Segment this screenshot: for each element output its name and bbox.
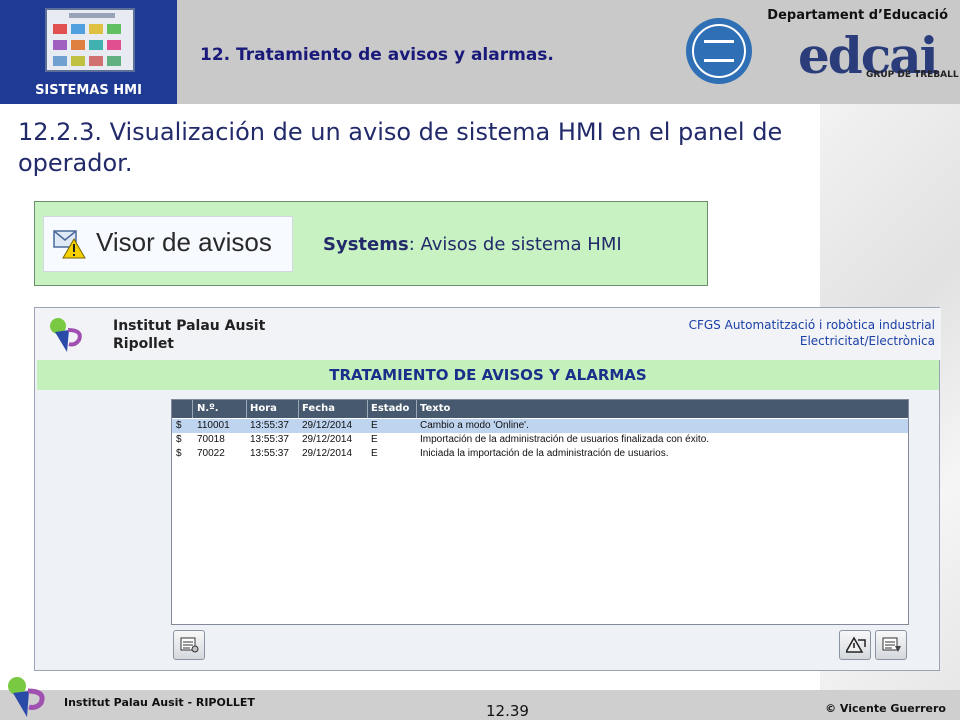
footer-institute: Institut Palau Ausit - RIPOLLET <box>64 696 255 709</box>
alarm-cell-hora: 13:55:37 <box>250 434 289 445</box>
section-title: 12. Tratamiento de avisos y alarmas. <box>200 45 554 65</box>
list-edit-icon <box>882 637 901 652</box>
acknowledge-button[interactable] <box>839 630 871 660</box>
alarm-cell-num: 110001 <box>197 420 230 431</box>
hmi-screen-title: TRATAMIENTO DE AVISOS Y ALARMAS <box>329 366 647 384</box>
logo-label: SISTEMAS HMI <box>35 83 142 98</box>
alarm-cell-hora: 13:55:37 <box>250 448 289 459</box>
page-number: 12.39 <box>486 702 529 720</box>
hmi-thumbnail-image <box>45 8 135 72</box>
alarm-cell-estado: E <box>371 434 378 445</box>
generalitat-seal-icon <box>686 18 752 84</box>
col-header-num[interactable]: N.º. <box>197 403 219 414</box>
alarm-cell-num: 70018 <box>197 434 225 445</box>
visor-label: Visor de avisos <box>96 227 272 257</box>
alarm-cell-icon: $ <box>176 434 182 445</box>
copyright: © Vicente Guerrero <box>825 702 946 715</box>
alarm-row[interactable]: $110001 13:55:37 29/12/2014 E Cambio a modo … <box>172 419 908 433</box>
institute-line2: Ripollet <box>113 336 175 352</box>
alarm-cell-num: 70022 <box>197 448 225 459</box>
visor-description: Systems: Avisos de sistema HMI <box>323 234 622 255</box>
col-header-estado[interactable]: Estado <box>371 403 409 414</box>
alarm-table-header: N.º. Hora Fecha Estado Texto <box>172 400 908 418</box>
sistemas-hmi-logo: SISTEMAS HMI <box>0 0 177 104</box>
cfgs-label: CFGS Automatització i robòtica industria… <box>689 317 935 349</box>
footer-institute-logo-icon <box>8 677 45 717</box>
alarm-cell-hora: 13:55:37 <box>250 420 289 431</box>
alarm-row[interactable]: $70018 13:55:37 29/12/2014 E Importación de … <box>172 433 908 447</box>
warning-envelope-icon <box>53 230 86 259</box>
alarm-cell-fecha: 29/12/2014 <box>302 448 353 459</box>
alarm-cell-icon: $ <box>176 448 182 459</box>
alarm-cell-icon: $ <box>176 420 182 431</box>
institute-line1: Institut Palau Ausit <box>113 318 266 334</box>
alarm-cell-texto: Iniciada la importación de la administra… <box>420 448 669 459</box>
alarm-view-table[interactable]: N.º. Hora Fecha Estado Texto $110001 13:5… <box>171 399 909 625</box>
institute-name: Institut Palau Ausit Ripollet <box>113 317 265 353</box>
alarm-cell-texto: Importación de la administración de usua… <box>420 434 710 445</box>
alarm-cell-fecha: 29/12/2014 <box>302 420 353 431</box>
col-header-texto[interactable]: Texto <box>420 403 450 414</box>
visor-de-avisos-image: Visor de avisos <box>43 216 293 272</box>
institute-logo-icon <box>50 318 82 352</box>
department-label: Departament d’Educació <box>767 8 948 23</box>
list-settings-icon <box>180 637 199 653</box>
acknowledge-icon <box>846 636 866 653</box>
col-header-hora[interactable]: Hora <box>250 403 277 414</box>
alarm-row[interactable]: $70022 13:55:37 29/12/2014 E Iniciada la imp… <box>172 447 908 461</box>
cfgs-line2: Electricitat/Electrònica <box>799 334 935 348</box>
hmi-panel-screen: Institut Palau Ausit Ripollet CFGS Autom… <box>34 307 941 671</box>
list-edit-button[interactable] <box>875 630 907 660</box>
alarm-cell-texto: Cambio a modo 'Online'. <box>420 420 529 431</box>
visor-desc-bold: Systems <box>323 234 409 255</box>
visor-desc-rest: : Avisos de sistema HMI <box>408 234 622 255</box>
edcai-subtitle: GRUP DE TREBALL <box>866 70 959 80</box>
hmi-title-band: TRATAMIENTO DE AVISOS Y ALARMAS <box>37 360 939 390</box>
header-bar: SISTEMAS HMI 12. Tratamiento de avisos y… <box>0 0 960 104</box>
slide-title: 12.2.3. Visualización de un aviso de sis… <box>18 118 783 177</box>
alarm-cell-fecha: 29/12/2014 <box>302 434 353 445</box>
col-header-fecha[interactable]: Fecha <box>302 403 335 414</box>
visor-de-avisos-box: Visor de avisos Systems: Avisos de siste… <box>34 201 708 286</box>
alarm-cell-estado: E <box>371 420 378 431</box>
cfgs-line1: CFGS Automatització i robòtica industria… <box>688 318 935 332</box>
alarm-cell-estado: E <box>371 448 378 459</box>
list-settings-button[interactable] <box>173 630 205 660</box>
hmi-header: Institut Palau Ausit Ripollet CFGS Autom… <box>35 308 941 360</box>
